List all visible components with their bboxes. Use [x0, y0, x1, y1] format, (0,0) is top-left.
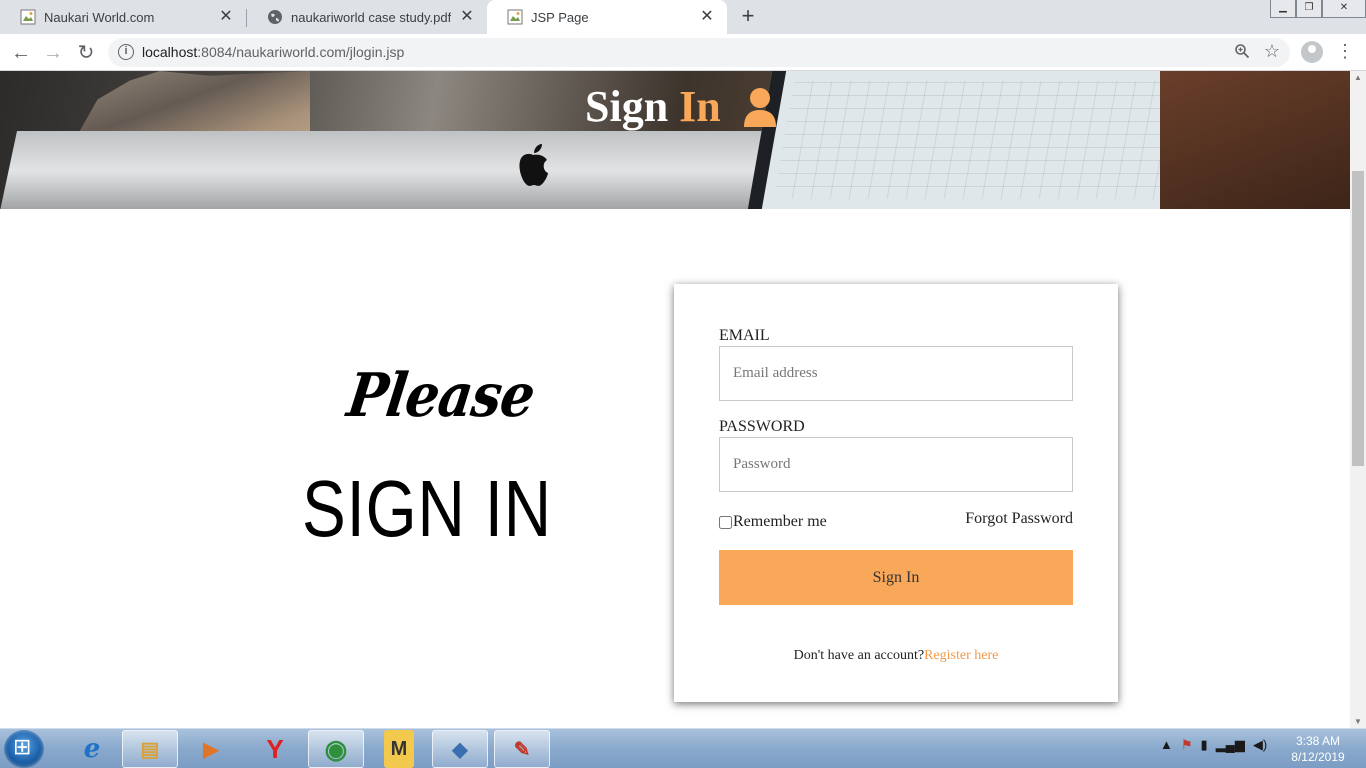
profile-avatar-icon[interactable] — [1301, 41, 1323, 63]
user-icon — [743, 88, 776, 127]
page-title: Sign In — [585, 81, 778, 132]
chrome-icon[interactable]: ◉ — [308, 730, 364, 768]
file-explorer-icon[interactable]: ▤ — [122, 730, 178, 768]
forgot-password-link[interactable]: Forgot Password — [965, 510, 1073, 528]
broken-image-icon — [507, 9, 523, 25]
paint-icon[interactable]: ✎ — [494, 730, 550, 768]
back-arrow-icon[interactable]: ← — [8, 40, 34, 66]
password-label: PASSWORD — [719, 418, 805, 435]
email-label: EMAIL — [719, 327, 770, 344]
yandex-browser-icon[interactable]: Y — [247, 730, 303, 768]
browser-toolbar: ← → ↻ i localhost:8084/naukariworld.com/… — [0, 34, 1366, 71]
close-icon[interactable]: ✕ — [459, 9, 475, 25]
system-tray: ▲ ⚑ ▮ ▂▄▆ ◀) — [1160, 737, 1267, 753]
sign-in-heading: SIGN IN — [302, 464, 552, 553]
restore-button[interactable]: ❐ — [1296, 0, 1322, 18]
forward-arrow-icon[interactable]: → — [40, 40, 66, 66]
new-tab-button[interactable]: + — [737, 5, 759, 28]
remember-me[interactable]: Remember me — [719, 513, 827, 531]
scrollbar[interactable]: ▲ ▼ — [1350, 71, 1366, 728]
url-text[interactable]: localhost:8084/naukariworld.com/jlogin.j… — [142, 44, 404, 60]
broken-image-icon — [20, 9, 36, 25]
clock-date: 8/12/2019 — [1291, 750, 1345, 764]
virtualbox-icon[interactable]: ◆ — [432, 730, 488, 768]
title-sign: Sign — [585, 82, 669, 131]
menu-kebab-icon[interactable]: ⋮ — [1336, 42, 1354, 60]
tab-title: JSP Page — [531, 9, 589, 25]
ms-tc-icon[interactable]: M — [384, 730, 414, 768]
hero-banner: Sign In — [0, 71, 1350, 209]
remember-me-checkbox[interactable] — [719, 515, 732, 529]
clock-time: 3:38 AM — [1295, 734, 1341, 748]
tab-title: naukariworld case study.pdf — [291, 9, 452, 25]
network-signal-icon[interactable]: ▂▄▆ — [1216, 737, 1245, 753]
tab-naukari-world[interactable]: Naukari World.com ✕ — [0, 0, 246, 34]
register-link[interactable]: Register here — [924, 648, 998, 663]
media-player-icon[interactable]: ▶ — [183, 730, 239, 768]
zoom-icon[interactable] — [1234, 43, 1250, 64]
reload-icon[interactable]: ↻ — [73, 40, 99, 66]
email-field[interactable] — [719, 346, 1073, 401]
tab-strip: Naukari World.com ✕ naukariworld case st… — [0, 0, 1366, 34]
tab-title: Naukari World.com — [44, 9, 155, 25]
minimize-button[interactable]: ▁ — [1270, 0, 1296, 18]
url-host: localhost — [142, 44, 198, 60]
window-controls: ▁ ❐ ✕ — [1270, 0, 1366, 18]
globe-icon — [267, 9, 283, 25]
close-icon[interactable]: ✕ — [218, 9, 234, 25]
remember-me-label: Remember me — [733, 513, 827, 530]
no-account-text: Don't have an account? — [793, 648, 925, 663]
scrollbar-thumb[interactable] — [1352, 171, 1364, 466]
address-bar[interactable]: i localhost:8084/naukariworld.com/jlogin… — [108, 38, 1290, 67]
internet-explorer-icon[interactable]: e — [64, 730, 120, 768]
url-path: :8084/naukariworld.com/jlogin.jsp — [197, 44, 405, 60]
title-in: In — [679, 82, 721, 131]
apple-logo-icon — [519, 144, 548, 186]
battery-icon[interactable]: ▮ — [1201, 737, 1208, 753]
please-heading: Please — [343, 361, 539, 431]
clock[interactable]: 3:38 AM 8/12/2019 — [1282, 733, 1354, 765]
show-hidden-icons-icon[interactable]: ▲ — [1160, 737, 1173, 753]
hero-background-image — [747, 71, 1193, 209]
sign-in-button[interactable]: Sign In — [719, 550, 1073, 605]
page-viewport: Sign In Please SIGN IN EMAIL PASSWORD Re… — [0, 71, 1350, 728]
start-button[interactable] — [4, 730, 44, 768]
hero-background-image — [1160, 71, 1350, 209]
login-card: EMAIL PASSWORD Remember me Forgot Passwo… — [674, 284, 1118, 702]
close-icon[interactable]: ✕ — [699, 9, 715, 25]
password-field[interactable] — [719, 437, 1073, 492]
scroll-up-icon[interactable]: ▲ — [1354, 73, 1362, 82]
hero-background-image — [0, 131, 778, 209]
scroll-down-icon[interactable]: ▼ — [1354, 717, 1362, 726]
volume-icon[interactable]: ◀) — [1253, 737, 1267, 753]
register-prompt: Don't have an account?Register here — [674, 648, 1118, 664]
info-icon[interactable]: i — [118, 44, 134, 60]
bookmark-star-icon[interactable]: ☆ — [1264, 41, 1280, 62]
tab-jsp-page[interactable]: JSP Page ✕ — [487, 0, 727, 34]
tab-case-study-pdf[interactable]: naukariworld case study.pdf ✕ — [247, 0, 487, 34]
action-center-flag-icon[interactable]: ⚑ — [1181, 737, 1193, 753]
close-window-button[interactable]: ✕ — [1322, 0, 1366, 18]
taskbar: e ▤ ▶ Y ◉ M ◆ ✎ ▲ ⚑ ▮ ▂▄▆ ◀) 3:38 AM 8/1… — [0, 728, 1366, 768]
